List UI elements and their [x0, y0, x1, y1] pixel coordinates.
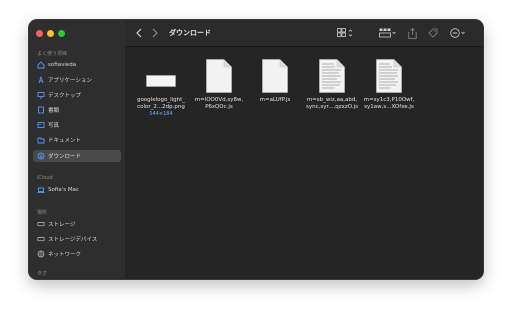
- back-button[interactable]: [135, 28, 143, 38]
- sidebar-item-label: 写真: [48, 123, 60, 129]
- sidebar: よく使う項目 sofiavieda アプリケーション デスクトップ 書類 写真 …: [29, 20, 126, 279]
- action-menu-button[interactable]: [450, 28, 467, 38]
- file-item[interactable]: m=lOO0Vd,sy8w, P6sQOc.js: [190, 57, 248, 111]
- sidebar-item-downloads[interactable]: ダウンロード: [33, 150, 121, 162]
- document-icon: [204, 57, 234, 93]
- finder-window: よく使う項目 sofiavieda アプリケーション デスクトップ 書類 写真 …: [29, 20, 483, 279]
- drive-icon: [37, 220, 45, 228]
- file-item[interactable]: m=sy1c3,P10Owf, sy1aw,s...XOfxe.js: [360, 57, 418, 111]
- file-item[interactable]: googlelogo_light_ color_2...2dp.png 544×…: [132, 57, 190, 118]
- file-name: googlelogo_light_: [136, 97, 186, 103]
- share-icon: [408, 28, 417, 39]
- sidebar-item-label: アプリケーション: [48, 78, 92, 84]
- favorites-section-title: よく使う項目: [37, 51, 68, 57]
- laptop-icon: [37, 186, 45, 194]
- file-name: m=lOO0Vd,sy8w,: [194, 97, 244, 103]
- zoom-button[interactable]: [58, 30, 65, 37]
- file-name: color_2...2dp.png: [137, 104, 185, 110]
- file-dimensions: 544×184: [149, 111, 173, 117]
- sidebar-item-folder[interactable]: ドキュメント: [33, 134, 121, 146]
- locations-section-title: 場所: [37, 210, 48, 216]
- file-name: sync,syr...,qzxzO.js: [305, 104, 359, 110]
- network-icon: [37, 250, 45, 258]
- sidebar-item-label: ストレージ: [48, 222, 76, 228]
- sidebar-item-desktop[interactable]: デスクトップ: [33, 89, 121, 101]
- chevron-left-icon: [136, 28, 142, 38]
- group-icon: [379, 28, 396, 38]
- sidebar-item-home[interactable]: sofiavieda: [33, 59, 121, 71]
- sidebar-item-applications[interactable]: アプリケーション: [33, 74, 121, 86]
- image-thumbnail-icon: [146, 57, 176, 93]
- file-grid: googlelogo_light_ color_2...2dp.png 544×…: [125, 47, 483, 279]
- minimize-button[interactable]: [47, 30, 54, 37]
- sidebar-item-label: ダウンロード: [48, 154, 82, 160]
- text-document-icon: [374, 57, 404, 93]
- sidebar-item-label: ストレージデバイス: [48, 237, 98, 243]
- view-mode-button[interactable]: [337, 28, 355, 38]
- download-icon: [37, 152, 45, 160]
- document-icon: [37, 106, 45, 114]
- desktop-icon: [37, 91, 45, 99]
- file-name: m=sb_wiz,aa,abd,: [306, 97, 358, 103]
- tags-section-title: タグ: [37, 271, 48, 277]
- ellipsis-circle-icon: [450, 28, 465, 38]
- group-button[interactable]: [379, 28, 397, 38]
- share-button[interactable]: [408, 28, 417, 39]
- document-icon: [260, 57, 290, 93]
- tag-button[interactable]: [428, 28, 438, 38]
- text-document-icon: [317, 57, 347, 93]
- sidebar-item-mac[interactable]: Sofia's Mac: [33, 184, 121, 196]
- apps-icon: [37, 76, 45, 84]
- drive-icon: [37, 235, 45, 243]
- photo-icon: [37, 121, 45, 129]
- file-item[interactable]: m=sb_wiz,aa,abd, sync,syr...,qzxzO.js: [303, 57, 361, 111]
- sidebar-item-photos[interactable]: 写真: [33, 119, 121, 131]
- sidebar-item-documents[interactable]: 書類: [33, 104, 121, 116]
- file-name: m=sy1c3,P10Owf,: [363, 97, 415, 103]
- file-name: m=aLUfP.js: [259, 97, 291, 103]
- sidebar-item-label: 書類: [48, 108, 60, 114]
- folder-icon: [37, 136, 45, 144]
- home-icon: [37, 61, 45, 69]
- toolbar: ダウンロード: [125, 20, 483, 47]
- sidebar-item-storage-device[interactable]: ストレージデバイス: [33, 233, 121, 245]
- icloud-section-title: iCloud: [37, 175, 53, 181]
- window-controls: [36, 30, 65, 37]
- close-button[interactable]: [36, 30, 43, 37]
- window-title: ダウンロード: [169, 29, 211, 37]
- grid-view-icon: [337, 28, 353, 37]
- sidebar-item-label: ドキュメント: [48, 138, 82, 144]
- sidebar-item-label: Sofia's Mac: [48, 187, 79, 193]
- sidebar-item-storage[interactable]: ストレージ: [33, 218, 121, 230]
- file-name: sy1aw,s...XOfxe.js: [364, 104, 414, 110]
- chevron-right-icon: [152, 28, 158, 38]
- sidebar-item-label: sofiavieda: [48, 62, 77, 68]
- file-name: P6sQOc.js: [205, 104, 233, 110]
- sidebar-item-label: デスクトップ: [48, 93, 82, 99]
- tag-icon: [428, 28, 438, 38]
- forward-button[interactable]: [151, 28, 159, 38]
- sidebar-item-network[interactable]: ネットワーク: [33, 248, 121, 260]
- sidebar-item-label: ネットワーク: [48, 252, 82, 258]
- file-item[interactable]: m=aLUfP.js: [246, 57, 304, 104]
